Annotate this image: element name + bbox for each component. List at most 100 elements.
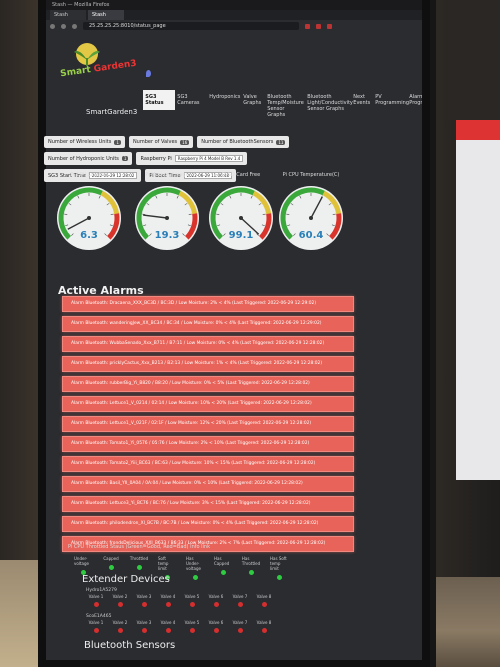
valve-label: Valve 3 (136, 594, 152, 599)
valve-label: Valve 1 (88, 594, 104, 599)
valve-label: Valve 6 (208, 594, 224, 599)
valve-status-icon (237, 628, 243, 633)
extender-group-name: ScoE1A465 (86, 614, 112, 619)
valve-status-icon (213, 628, 219, 633)
valve-item: Valve 3 (136, 594, 152, 607)
status-indicator-icon (192, 575, 198, 580)
gauge-hub (309, 216, 313, 220)
valve-status-icon (261, 628, 267, 633)
valve-label: Valve 8 (256, 620, 272, 625)
nav-item-alarm-programming[interactable]: Alarm Programming (407, 90, 422, 110)
gauge-value: 19.3 (155, 230, 180, 241)
extension-icon[interactable] (316, 23, 321, 29)
valve-item: Valve 4 (160, 620, 176, 633)
forward-icon[interactable] (61, 23, 66, 29)
alarm-item: Alarm Bluetooth: rubberBig_Yi_B820 / B8:… (62, 376, 354, 392)
valve-item: Valve 5 (184, 620, 200, 633)
valve-status-icon (189, 602, 195, 607)
throttle-status-item: Has Throttled (242, 556, 260, 580)
gauge-cpu-temperature: Pi CPU Temperature(C) 60.4 (274, 172, 348, 254)
valve-item: Valve 2 (112, 620, 128, 633)
valve-item: Valve 7 (232, 620, 248, 633)
stat-field: Raspberry Pi 4 Model B Rev 1.4 (174, 155, 244, 162)
valve-status-icon (141, 628, 147, 633)
extension-icon[interactable] (327, 23, 332, 29)
gauge-value: 6.3 (80, 230, 98, 241)
valve-item: Valve 6 (208, 594, 224, 607)
status-indicator-icon (108, 565, 114, 570)
valve-label: Valve 2 (112, 594, 128, 599)
valve-label: Valve 4 (160, 594, 176, 599)
throttle-status-label: Has Soft temp limit (270, 556, 287, 571)
nav-item-bt-temp-graphs[interactable]: Bluetooth Temp/Moisture Sensor Graphs (265, 90, 305, 122)
gauges-row: Pi CPU Loading 6.3 Pi Memory Usage 19.3 … (52, 172, 352, 252)
gauge-dial: 6.3 (57, 186, 121, 250)
side-laptop-screen (456, 120, 500, 480)
gauge-value: 60.4 (299, 230, 324, 241)
gauge-title: Pi CPU Loading (70, 172, 108, 178)
browser-tab-active[interactable]: Stash (87, 10, 124, 20)
stat-label: Number of Hydroponic Units (48, 155, 119, 162)
throttle-status-item: Has Capped (214, 556, 232, 580)
alarm-item: Alarm Bluetooth: philodendron_XI_BC7B / … (62, 516, 354, 532)
throttle-status-label: Throttled (129, 556, 149, 561)
stat-bluetooth-sensors: Number of BluetoothSensors 11 (197, 136, 290, 148)
alarm-item: Alarm Bluetooth: Basil_YII_0A04 / 0A:04 … (62, 476, 354, 492)
throttle-status-label: Capped (103, 556, 119, 561)
valve-status-icon (165, 602, 171, 607)
stat-wireless-units: Number of Wireless Units 1 (44, 136, 125, 148)
stat-valves: Number of Valves 16 (128, 136, 194, 148)
cursor-icon (146, 70, 151, 77)
valve-item: Valve 1 (88, 594, 104, 607)
nav-item-next-events[interactable]: Next Events (351, 90, 373, 110)
valve-item: Valve 2 (112, 594, 128, 607)
nav-item-sg3-cameras[interactable]: SG3 Cameras (175, 90, 207, 110)
extender-valve-row: Valve 1 Valve 2 Valve 3 Valve 4 Valve 5 Valve… (88, 620, 272, 633)
valve-label: Valve 5 (184, 594, 200, 599)
browser-tab[interactable]: Stash (50, 10, 86, 20)
status-indicator-icon (220, 570, 226, 575)
nav-item-sg3-status[interactable]: SG3 Status (143, 90, 176, 110)
stat-badge: 1 (114, 139, 121, 145)
gauge-cpu-loading: Pi CPU Loading 6.3 (52, 172, 126, 254)
alarm-item: Alarm Bluetooth: Lettuce3_Yi_BC76 / BC:7… (62, 496, 354, 512)
stat-raspberry-pi: Raspberry Pi Raspberry Pi 4 Model B Rev … (136, 152, 248, 165)
extender-valve-row: Valve 1 Valve 2 Valve 3 Valve 4 Valve 5 Valve… (88, 594, 272, 607)
nav-item-bt-light-graphs[interactable]: Bluetooth Light/Conductivity Sensor Grap… (305, 90, 353, 116)
gauge-hub (239, 216, 243, 220)
alarm-item: Alarm Bluetooth: WubbaSenado_Xxx_B711 / … (62, 336, 354, 352)
reload-icon[interactable] (72, 23, 77, 29)
brand-name[interactable]: SmartGarden3 (86, 108, 137, 116)
stat-label: Raspberry Pi (140, 155, 172, 162)
alarm-item: Alarm Bluetooth: Dracaena_XXX_BC3D / BC:… (62, 296, 354, 312)
valve-item: Valve 3 (136, 620, 152, 633)
stat-badge: 1 (121, 156, 129, 161)
gauge-dial: 99.1 (209, 186, 273, 250)
valve-label: Valve 3 (136, 620, 152, 625)
nav-item-pv-programming[interactable]: PV Programming (373, 90, 409, 110)
valve-status-icon (237, 602, 243, 607)
valve-label: Valve 2 (112, 620, 128, 625)
stat-badge: 16 (180, 139, 190, 145)
nav-item-hydroponics[interactable]: Hydroponics (207, 90, 241, 104)
back-icon[interactable] (50, 23, 55, 29)
extension-icon[interactable] (305, 23, 310, 29)
valve-status-icon (117, 602, 123, 607)
throttle-status-label: Has Under-voltage (186, 556, 201, 571)
address-input[interactable]: 25.25.25.25:8010/status_page (83, 22, 299, 30)
alarm-item: Alarm Bluetooth: Lettuce1_V_021F / 02:1F… (62, 416, 354, 432)
valve-item: Valve 8 (256, 620, 272, 633)
throttle-status-label: Under-voltage (74, 556, 89, 566)
stat-label: Number of BluetoothSensors (201, 139, 274, 145)
valve-label: Valve 5 (184, 620, 200, 625)
gauge-dial: 19.3 (135, 186, 199, 250)
gauge-value: 99.1 (229, 230, 254, 241)
gauge-title: Pi SD Card Free (221, 172, 261, 178)
stat-label: Number of Wireless Units (48, 139, 112, 145)
valve-status-icon (165, 628, 171, 633)
gauge-memory-usage: Pi Memory Usage 19.3 (130, 172, 204, 254)
stat-label: Number of Valves (132, 139, 178, 145)
nav-item-valve-graphs[interactable]: Valve Graphs (241, 90, 265, 110)
valve-status-icon (189, 628, 195, 633)
throttle-status-item: Has Under-voltage (186, 556, 204, 580)
